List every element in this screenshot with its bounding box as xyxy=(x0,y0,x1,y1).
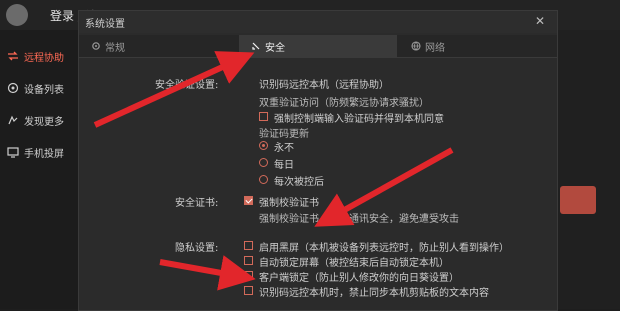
sidebar-item-screen-cast[interactable]: 手机投屏 xyxy=(0,138,82,166)
system-settings-dialog: 系统设置 ✕ 常规 安全 网络 安全验证设置: 识别码远控本机（远程协助） 双重… xyxy=(78,10,558,311)
two-factor-text: 双重验证访问（防频繁远协请求骚扰） xyxy=(259,98,429,109)
security-verify-label: 安全验证设置: xyxy=(155,80,219,91)
device-list-icon xyxy=(6,81,20,95)
clipboard-label[interactable]: 识别码远控本机时，禁止同步本机剪贴板的文本内容 xyxy=(259,284,489,299)
force-verify-label[interactable]: 强制校验证书 xyxy=(259,194,319,209)
privacy-label: 隐私设置: xyxy=(175,243,219,254)
cert-label: 安全证书: xyxy=(175,198,219,209)
blackscreen-checkbox[interactable] xyxy=(244,241,253,250)
autolock-label[interactable]: 自动锁定屏幕（被控结束后自动锁定本机） xyxy=(259,254,449,269)
force-confirm-label[interactable]: 强制控制端输入验证码并得到本机同意 xyxy=(274,110,444,125)
force-verify-checkbox[interactable] xyxy=(244,196,253,205)
radio-daily-label[interactable]: 每日 xyxy=(274,156,294,171)
dialog-title: 系统设置 xyxy=(85,19,125,30)
sidebar-item-device-list[interactable]: 设备列表 xyxy=(0,74,82,102)
connect-button[interactable] xyxy=(560,186,596,214)
sidebar-item-label: 发现更多 xyxy=(24,116,64,128)
options-title: 识别码远控本机（远程协助） xyxy=(259,80,389,91)
radio-each-time-label[interactable]: 每次被控后 xyxy=(274,173,324,188)
radio-each-time[interactable] xyxy=(259,175,268,184)
gear-icon xyxy=(91,41,101,51)
sidebar-item-label: 手机投屏 xyxy=(24,148,64,160)
client-lock-label[interactable]: 客户端锁定（防止别人修改你的向日葵设置） xyxy=(259,269,459,284)
globe-icon xyxy=(411,41,421,51)
cert-desc: 强制校验证书，加密通讯安全，避免遭受攻击 xyxy=(259,214,459,225)
tab-label: 网络 xyxy=(425,42,445,54)
clipboard-checkbox[interactable] xyxy=(244,286,253,295)
tab-general[interactable]: 常规 xyxy=(79,35,237,57)
dialog-titlebar: 系统设置 ✕ xyxy=(79,11,557,33)
sidebar-item-discover[interactable]: 发现更多 xyxy=(0,106,82,134)
tab-label: 常规 xyxy=(105,42,125,54)
screen-cast-icon xyxy=(6,145,20,159)
settings-tabs: 常规 安全 网络 xyxy=(79,35,557,58)
remote-assist-icon xyxy=(6,49,20,63)
avatar[interactable] xyxy=(6,4,28,26)
close-icon[interactable]: ✕ xyxy=(533,14,547,28)
sidebar-item-label: 远程协助 xyxy=(24,52,64,64)
radio-never-label[interactable]: 永不 xyxy=(274,139,294,154)
sidebar-item-remote-assist[interactable]: 远程协助 xyxy=(0,42,82,70)
autolock-checkbox[interactable] xyxy=(244,256,253,265)
discover-icon xyxy=(6,113,20,127)
sidebar: 远程协助 设备列表 发现更多 手机投屏 xyxy=(0,30,82,309)
tab-network[interactable]: 网络 xyxy=(399,35,557,57)
radio-daily[interactable] xyxy=(259,158,268,167)
shield-icon xyxy=(251,41,261,51)
tab-security[interactable]: 安全 xyxy=(239,35,397,57)
code-update-label: 验证码更新 xyxy=(259,129,309,140)
client-lock-checkbox[interactable] xyxy=(244,271,253,280)
blackscreen-label[interactable]: 启用黑屏（本机被设备列表远控时，防止别人看到操作） xyxy=(259,239,509,254)
force-confirm-checkbox[interactable] xyxy=(259,112,268,121)
tab-label: 安全 xyxy=(265,42,285,54)
radio-never[interactable] xyxy=(259,141,268,150)
sidebar-item-label: 设备列表 xyxy=(24,84,64,96)
